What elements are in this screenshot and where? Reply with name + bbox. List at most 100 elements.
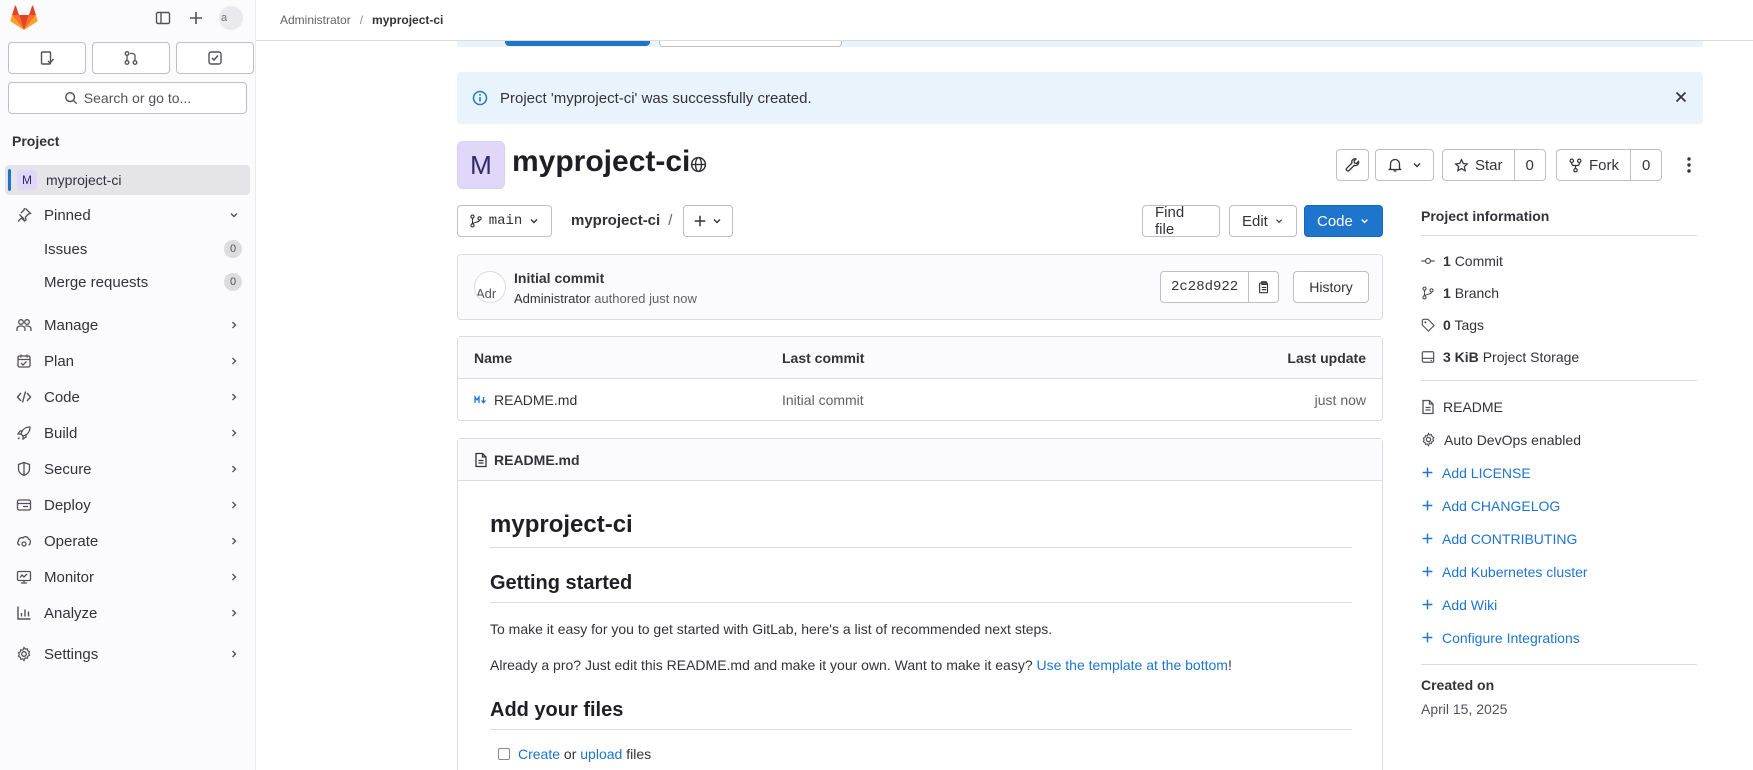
add-changelog-label: Add CHANGELOG: [1442, 497, 1561, 514]
add-to-tree-dropdown[interactable]: [683, 205, 733, 237]
create-link[interactable]: Create: [518, 746, 560, 762]
sidebar-item-issues[interactable]: Issues 0: [5, 235, 250, 263]
commit-meta-suffix: authored just now: [594, 291, 697, 306]
branches-stat: 1 Branch: [1443, 285, 1499, 301]
banner-primary-button-edge[interactable]: [505, 41, 650, 46]
edit-label: Edit: [1242, 212, 1268, 230]
sidebar-item-analyze[interactable]: Analyze: [5, 598, 250, 628]
file-last-commit-link[interactable]: Initial commit: [782, 392, 864, 408]
readme-body: myproject-ci Getting started To make it …: [490, 481, 1352, 762]
add-changelog-link[interactable]: Add CHANGELOG: [1421, 489, 1697, 522]
merge-request-icon: [124, 51, 138, 65]
commit-title-link[interactable]: Initial commit: [514, 270, 604, 286]
history-button[interactable]: History: [1293, 271, 1369, 303]
chevron-right-icon: [226, 353, 242, 369]
readme-template-link[interactable]: Use the template at the bottom: [1037, 657, 1228, 673]
star-button[interactable]: Star: [1443, 150, 1514, 180]
sidebar-item-secure[interactable]: Secure: [5, 454, 250, 484]
sidebar-item-plan[interactable]: Plan: [5, 346, 250, 376]
add-license-link[interactable]: Add LICENSE: [1421, 456, 1697, 489]
sidebar-item-code[interactable]: Code: [5, 382, 250, 412]
configure-integrations-link[interactable]: Configure Integrations: [1421, 621, 1697, 654]
toggle-sidebar-icon[interactable]: [152, 7, 174, 29]
chevron-down-icon: [1275, 219, 1282, 224]
branch-selector[interactable]: main: [457, 205, 552, 237]
branches-link[interactable]: 1 Branch: [1421, 277, 1697, 309]
monitor-icon: [15, 568, 33, 586]
find-file-label: Find file: [1155, 204, 1185, 238]
commit-sha[interactable]: 2c28d922: [1161, 279, 1248, 295]
readme-link[interactable]: README: [1421, 390, 1697, 423]
add-contributing-link[interactable]: Add CONTRIBUTING: [1421, 522, 1697, 555]
notifications-dropdown[interactable]: [1375, 149, 1434, 181]
sidebar-item-monitor[interactable]: Monitor: [5, 562, 250, 592]
find-file-button[interactable]: Find file: [1142, 204, 1220, 238]
sidebar-item-operate[interactable]: Operate: [5, 526, 250, 556]
settings-button[interactable]: [1336, 149, 1369, 181]
gear-icon: [15, 645, 33, 663]
repo-path: myproject-ci /: [571, 212, 672, 229]
close-icon[interactable]: [1673, 89, 1689, 105]
code-dropdown[interactable]: Code: [1304, 205, 1383, 237]
star-button-group: Star 0: [1442, 149, 1546, 181]
breadcrumb-parent[interactable]: Administrator: [280, 13, 351, 27]
tags-stat: 0 Tags: [1443, 317, 1484, 333]
sidebar-item-merge-requests[interactable]: Merge requests 0: [5, 268, 250, 296]
file-icon: [475, 452, 487, 467]
todo-icon: [208, 51, 222, 65]
storage-size: 3 KiB: [1443, 349, 1479, 365]
add-wiki-link[interactable]: Add Wiki: [1421, 588, 1697, 621]
upload-link[interactable]: upload: [580, 746, 622, 762]
commits-count: 1: [1443, 253, 1451, 269]
create-new-icon[interactable]: [185, 7, 207, 29]
copy-icon[interactable]: [1248, 272, 1278, 302]
sidebar-item-label: Code: [44, 388, 80, 406]
breadcrumb-current[interactable]: myproject-ci: [372, 13, 443, 27]
bell-icon: [1387, 158, 1402, 172]
file-name-cell: README.md: [474, 392, 577, 408]
fork-count[interactable]: 0: [1630, 150, 1661, 180]
auto-devops-link[interactable]: Auto DevOps enabled: [1421, 423, 1697, 456]
sidebar-item-pinned[interactable]: Pinned: [5, 200, 250, 230]
commit-author-link[interactable]: Administrator: [514, 291, 591, 306]
author-avatar[interactable]: Adr: [474, 271, 506, 303]
file-name-link[interactable]: README.md: [494, 392, 577, 408]
column-header-name: Name: [474, 350, 513, 366]
assigned-issues-button[interactable]: [8, 42, 86, 74]
readme-filename[interactable]: README.md: [494, 452, 580, 468]
star-count-value: 0: [1525, 156, 1534, 174]
readme-paragraph-text: Already a pro? Just edit this README.md …: [490, 657, 1037, 673]
commit-meta: Administrator authored just now: [514, 291, 697, 306]
add-kubernetes-label: Add Kubernetes cluster: [1442, 563, 1588, 580]
search-button[interactable]: Search or go to...: [8, 82, 247, 114]
code-label: Code: [1317, 212, 1353, 230]
user-avatar[interactable]: a: [219, 6, 243, 30]
edit-dropdown[interactable]: Edit: [1229, 205, 1297, 237]
readme-paragraph: To make it easy for you to get started w…: [490, 621, 1053, 637]
add-kubernetes-link[interactable]: Add Kubernetes cluster: [1421, 555, 1697, 588]
star-count[interactable]: 0: [1513, 150, 1545, 180]
gitlab-logo-icon[interactable]: [10, 5, 38, 31]
more-actions-icon[interactable]: [1681, 156, 1697, 174]
sidebar-item-manage[interactable]: Manage: [5, 310, 250, 340]
task-checkbox[interactable]: [498, 748, 510, 760]
cloud-gear-icon: [15, 532, 33, 550]
sidebar-item-build[interactable]: Build: [5, 418, 250, 448]
sidebar-project-link[interactable]: M myproject-ci: [5, 165, 250, 195]
table-row[interactable]: README.md Initial commit just now: [458, 379, 1382, 420]
todo-list-button[interactable]: [176, 42, 254, 74]
storage-link[interactable]: 3 KiB Project Storage: [1421, 341, 1697, 373]
alert-message: Project 'myproject-ci' was successfully …: [500, 89, 812, 107]
sidebar-item-label: Monitor: [44, 568, 95, 586]
tags-link[interactable]: 0 Tags: [1421, 309, 1697, 341]
merge-requests-button[interactable]: [92, 42, 170, 74]
branches-label: Branch: [1454, 285, 1500, 301]
fork-button[interactable]: Fork: [1557, 150, 1630, 180]
banner-secondary-button-edge[interactable]: [659, 41, 842, 47]
repo-root-link[interactable]: myproject-ci: [571, 212, 660, 229]
divider: [1421, 380, 1697, 381]
file-icon: [1422, 399, 1434, 414]
sidebar-item-settings[interactable]: Settings: [5, 639, 250, 669]
commits-link[interactable]: 1 Commit: [1421, 245, 1697, 277]
sidebar-item-deploy[interactable]: Deploy: [5, 490, 250, 520]
